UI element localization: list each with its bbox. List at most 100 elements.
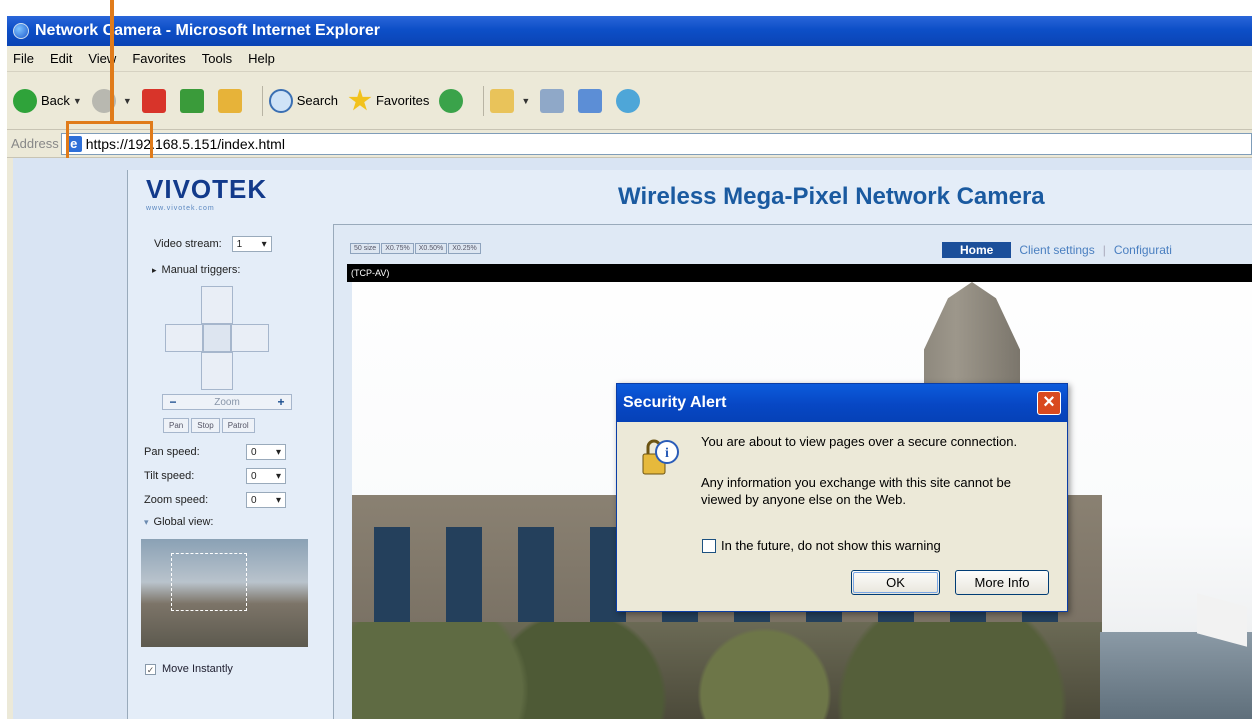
move-instantly-row[interactable]: ✓ Move Instantly [145, 663, 233, 675]
page-nav: Home Client settings | Configurati [942, 242, 1172, 258]
chevron-down-icon: ▾ [275, 494, 281, 506]
dialog-message-line2: Any information you exchange with this s… [701, 475, 1012, 490]
history-icon [439, 88, 464, 113]
back-button[interactable]: Back ▼ [13, 88, 82, 113]
window-title: Network Camera - Microsoft Internet Expl… [35, 22, 380, 39]
video-header: (TCP-AV) [347, 264, 1252, 282]
tilt-speed-select[interactable]: 0 ▾ [246, 468, 286, 484]
pan-left-button[interactable] [165, 324, 203, 352]
chevron-down-icon: ▾ [275, 470, 281, 482]
future-warning-checkbox[interactable] [702, 538, 716, 553]
page-title: Wireless Mega-Pixel Network Camera [618, 183, 1045, 210]
size-button-full[interactable]: 50 size [350, 243, 381, 254]
print-icon [540, 88, 565, 113]
history-button[interactable] [439, 88, 467, 113]
ptz-mini-buttons: Pan Stop Patrol [163, 418, 257, 433]
address-input[interactable]: e https://192.168.5.151/index.html [60, 132, 1252, 155]
security-alert-dialog: Security Alert × i You are about to view… [616, 383, 1068, 612]
zoom-speed-select[interactable]: 0 ▾ [246, 492, 286, 508]
svg-text:i: i [665, 446, 669, 461]
dialog-message-line3: viewed by anyone else on the Web. [701, 492, 907, 507]
nav-home[interactable]: Home [942, 242, 1012, 258]
size-button-50[interactable]: X0.50% [414, 243, 448, 254]
chevron-down-icon: ▾ [275, 446, 281, 458]
tilt-speed-label: Tilt speed: [144, 470, 195, 482]
zoom-in-button[interactable]: + [271, 395, 291, 409]
close-icon[interactable]: × [1037, 391, 1061, 415]
browser-toolbar: Back ▼ ▼ Search Favorites ▼ [7, 72, 1252, 130]
pan-speed-select[interactable]: 0 ▾ [246, 444, 286, 460]
search-icon [268, 88, 293, 113]
menu-tools[interactable]: Tools [202, 51, 232, 66]
tilt-speed-value: 0 [251, 470, 257, 482]
zoom-speed-value: 0 [251, 494, 257, 506]
menu-edit[interactable]: Edit [50, 51, 72, 66]
collapse-arrow-icon: ▾ [144, 516, 149, 527]
nav-divider: | [1102, 243, 1106, 257]
home-position-button[interactable] [203, 324, 231, 352]
search-label: Search [296, 93, 338, 108]
print-button[interactable] [540, 88, 568, 113]
video-right-building [1100, 632, 1252, 719]
patrol-button[interactable]: Patrol [221, 418, 255, 433]
video-trees [352, 622, 1102, 719]
video-stream-value: 1 [236, 238, 243, 250]
menu-help[interactable]: Help [248, 51, 275, 66]
pan-right-button[interactable] [231, 324, 269, 352]
back-label: Back [41, 93, 70, 108]
refresh-icon [179, 88, 204, 113]
ok-button[interactable]: OK [851, 570, 940, 595]
dialog-titlebar: Security Alert × [617, 384, 1067, 422]
global-view-selection[interactable] [171, 553, 247, 611]
stop-icon [141, 88, 166, 113]
search-button[interactable]: Search [268, 88, 338, 113]
zoom-control: − Zoom + [162, 394, 292, 410]
more-info-button[interactable]: More Info [955, 570, 1049, 595]
logo-text: VIVOTEK [146, 174, 268, 204]
nav-configuration[interactable]: Configurati [1114, 243, 1172, 257]
tilt-down-button[interactable] [201, 352, 233, 390]
menu-favorites[interactable]: Favorites [132, 51, 185, 66]
mail-icon [490, 88, 515, 113]
size-button-25[interactable]: X0.25% [448, 243, 481, 254]
move-instantly-checkbox[interactable]: ✓ [145, 663, 156, 675]
pan-speed-row: Pan speed: 0 ▾ [144, 444, 286, 460]
messenger-button[interactable] [616, 88, 644, 113]
pan-speed-label: Pan speed: [144, 446, 200, 458]
stop-button[interactable] [141, 88, 170, 113]
pan-button[interactable]: Pan [163, 418, 190, 433]
menu-bar: File Edit View Favorites Tools Help [7, 46, 1252, 72]
annotation-pointer-line [110, 0, 114, 121]
screenshot: { "window": {"title": "Network Camera - … [0, 0, 1252, 719]
manual-triggers-row[interactable]: ▸ Manual triggers: [152, 264, 240, 276]
star-icon [348, 88, 372, 111]
stop-ptz-button[interactable]: Stop [191, 418, 220, 433]
chevron-down-icon[interactable]: ▼ [521, 96, 530, 106]
messenger-icon [616, 88, 641, 113]
future-warning-row[interactable]: In the future, do not show this warning [702, 538, 941, 553]
chevron-down-icon: ▾ [261, 238, 267, 250]
menu-file[interactable]: File [13, 51, 34, 66]
global-view-row[interactable]: ▾ Global view: [144, 516, 213, 528]
refresh-button[interactable] [179, 88, 208, 113]
tilt-up-button[interactable] [201, 286, 233, 324]
video-stream-label: Video stream: [154, 238, 222, 250]
video-stream-row: Video stream: 1 ▾ [154, 236, 272, 252]
manual-triggers-label: Manual triggers: [161, 264, 241, 276]
nav-client-settings[interactable]: Client settings [1019, 243, 1094, 257]
zoom-speed-row: Zoom speed: 0 ▾ [144, 492, 286, 508]
home-button[interactable] [217, 88, 246, 113]
favorites-button[interactable]: Favorites [348, 88, 429, 113]
vivotek-logo: VIVOTEK www.vivotek.com [146, 174, 306, 218]
edit-button[interactable] [578, 88, 606, 113]
window-titlebar: Network Camera - Microsoft Internet Expl… [7, 16, 1252, 46]
mail-button[interactable]: ▼ [490, 88, 530, 113]
size-button-75[interactable]: X0.75% [381, 243, 414, 254]
chevron-down-icon[interactable]: ▼ [123, 96, 132, 106]
video-stream-select[interactable]: 1 ▾ [231, 236, 272, 252]
global-view-thumbnail[interactable] [141, 539, 308, 647]
future-warning-label: In the future, do not show this warning [721, 538, 941, 553]
chevron-down-icon[interactable]: ▼ [73, 96, 82, 106]
global-view-label: Global view: [153, 516, 214, 528]
zoom-out-button[interactable]: − [163, 395, 183, 409]
